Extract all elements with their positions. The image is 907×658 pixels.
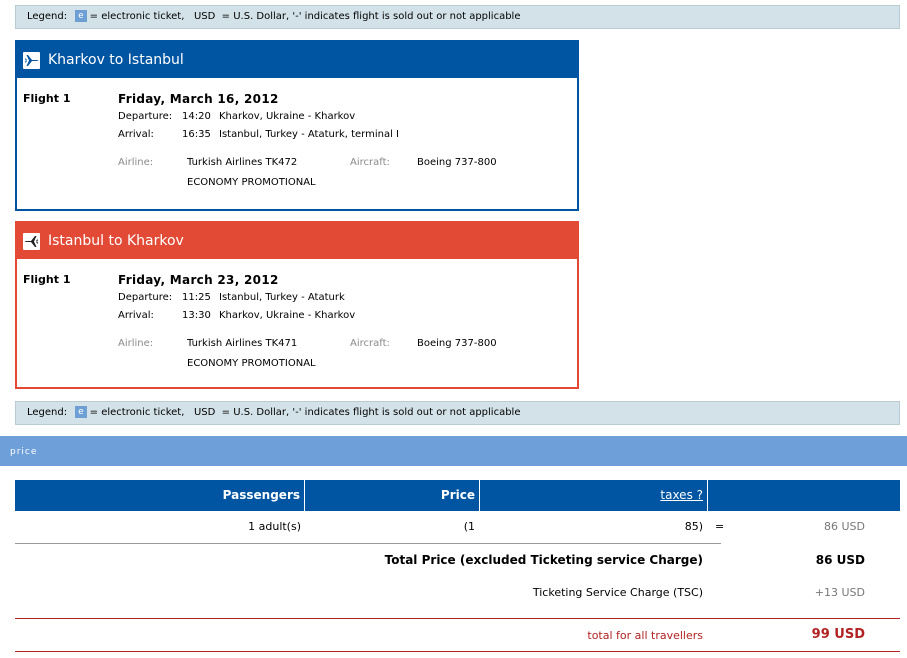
airline-label: Airline: <box>118 338 154 349</box>
departure-place: Kharkov, Ukraine - Kharkov <box>219 111 356 122</box>
price-table: Passengers Price taxes ? <box>15 480 900 511</box>
departure-time: 11:25 <box>182 292 211 303</box>
tsc-label: Ticketing Service Charge (TSC) <box>532 586 703 599</box>
passengers-column-header: Passengers <box>15 480 305 511</box>
legend-label: Legend: <box>27 407 68 418</box>
airline-value: Turkish Airlines TK472 <box>187 157 298 168</box>
outbound-title: Kharkov to Istanbul <box>48 52 184 68</box>
airplane-icon <box>23 52 40 69</box>
tsc-value: +13 USD <box>814 586 865 599</box>
arrival-place: Kharkov, Ukraine - Kharkov <box>219 310 356 321</box>
airline-value: Turkish Airlines TK471 <box>187 338 298 349</box>
cabin-class: ECONOMY PROMOTIONAL <box>187 177 316 188</box>
arrival-time: 13:30 <box>182 310 211 321</box>
arrival-time: 16:35 <box>182 129 211 140</box>
cabin-class: ECONOMY PROMOTIONAL <box>187 358 316 369</box>
legend-label: Legend: <box>27 11 68 22</box>
legend-text: = electronic ticket, USD = U.S. Dollar, … <box>89 407 521 418</box>
flight-date: Friday, March 16, 2012 <box>118 92 279 106</box>
price-table-header: Passengers Price taxes ? <box>15 480 900 511</box>
aircraft-value: Boeing 737-800 <box>417 157 497 168</box>
price-value: (1 <box>463 520 475 533</box>
departure-row: Departure: 14:20 Kharkov, Ukraine - Kharko… <box>118 111 355 122</box>
grand-total-label: total for all travellers <box>587 629 703 642</box>
aircraft-value: Boeing 737-800 <box>417 338 497 349</box>
passengers-value: 1 adult(s) <box>248 520 301 533</box>
taxes-help-link[interactable]: taxes ? <box>660 488 703 502</box>
arrival-row: Arrival: 16:35 Istanbul, Turkey - Ataturk,… <box>118 129 399 140</box>
aircraft-label: Aircraft: <box>350 338 390 349</box>
airline-label: Airline: <box>118 157 154 168</box>
departure-label: Departure: <box>118 292 173 303</box>
equals-sign: = <box>715 520 725 533</box>
airplane-icon <box>23 233 40 250</box>
arrival-label: Arrival: <box>118 310 154 321</box>
departure-time: 14:20 <box>182 111 211 122</box>
outbound-header: Kharkov to Istanbul <box>17 42 577 79</box>
outbound-flight-card: Kharkov to Istanbul Flight 1 Friday, Mar… <box>15 40 579 211</box>
flight-label: Flight 1 <box>23 92 71 105</box>
arrival-label: Arrival: <box>118 129 154 140</box>
departure-row: Departure: 11:25 Istanbul, Turkey - Atatur… <box>118 292 345 303</box>
arrival-place: Istanbul, Turkey - Ataturk, terminal I <box>219 129 400 140</box>
price-column-header: Price <box>305 480 480 511</box>
return-flight-card: Istanbul to Kharkov Flight 1 Friday, Mar… <box>15 221 579 389</box>
grand-total-bottom-divider <box>15 651 900 652</box>
legend-text: = electronic ticket, USD = U.S. Dollar, … <box>89 11 521 22</box>
total-price-value: 86 USD <box>815 553 865 567</box>
row-total-value: 86 USD <box>824 520 865 533</box>
departure-label: Departure: <box>118 111 173 122</box>
flight-label: Flight 1 <box>23 273 71 286</box>
legend-bar-bottom: Legend: e = electronic ticket, USD = U.S. … <box>15 401 900 425</box>
return-header: Istanbul to Kharkov <box>17 223 577 260</box>
grand-total-top-divider <box>15 618 900 619</box>
return-details: Flight 1 Friday, March 23, 2012 Departur… <box>17 260 577 385</box>
e-ticket-badge: e <box>75 10 87 22</box>
departure-place: Istanbul, Turkey - Ataturk <box>219 292 345 303</box>
grand-total-value: 99 USD <box>811 627 865 642</box>
price-section-header: price <box>0 436 907 466</box>
aircraft-label: Aircraft: <box>350 157 390 168</box>
e-ticket-badge: e <box>75 406 87 418</box>
legend-bar-top: Legend: e = electronic ticket, USD = U.S. … <box>15 5 900 29</box>
row-divider <box>15 543 721 544</box>
taxes-column-header: taxes ? <box>480 480 708 511</box>
flight-date: Friday, March 23, 2012 <box>118 273 279 287</box>
return-title: Istanbul to Kharkov <box>48 233 184 249</box>
total-price-label: Total Price (excluded Ticketing service … <box>384 553 703 567</box>
arrival-row: Arrival: 13:30 Kharkov, Ukraine - Kharkov <box>118 310 355 321</box>
taxes-value: 85) <box>684 520 703 533</box>
outbound-details: Flight 1 Friday, March 16, 2012 Departur… <box>17 79 577 204</box>
